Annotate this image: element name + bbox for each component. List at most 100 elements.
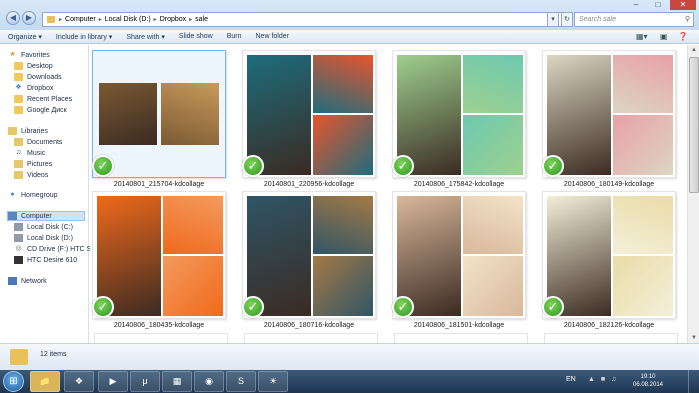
forward-button[interactable]: ▶ xyxy=(22,11,36,25)
search-icon[interactable]: ⚲ xyxy=(685,13,690,26)
thumbnail xyxy=(92,191,226,319)
clock[interactable]: 19:10 06.08.2014 xyxy=(628,373,668,389)
nav-videos[interactable]: Videos xyxy=(14,170,48,180)
image-viewer-taskbar-icon[interactable]: ▦ xyxy=(162,371,192,392)
sync-check-icon: ✓ xyxy=(542,296,564,318)
collage-photo xyxy=(313,256,373,316)
nav-htc-desire-610[interactable]: HTC Desire 610 xyxy=(14,255,77,265)
nav-desktop[interactable]: Desktop xyxy=(14,61,53,71)
thumbnail xyxy=(392,50,526,178)
breadcrumb-dropbox[interactable]: Dropbox xyxy=(160,16,186,23)
maximize-button[interactable]: □ xyxy=(648,0,668,10)
skype-taskbar-icon[interactable]: S xyxy=(226,371,256,392)
libraries-icon xyxy=(8,127,17,135)
sync-check-icon: ✓ xyxy=(392,296,414,318)
nav-computer[interactable]: Computer xyxy=(7,211,85,221)
thumbnail xyxy=(542,191,676,319)
phone-icon xyxy=(14,256,23,264)
nav-music[interactable]: ♫ Music xyxy=(14,148,45,158)
include-in-library-button[interactable]: Include in library ▾ xyxy=(56,33,112,41)
nav-dropbox[interactable]: ❖ Dropbox xyxy=(14,83,53,93)
help-icon[interactable]: ❓ xyxy=(678,32,688,41)
search-input[interactable]: Search sale ⚲ xyxy=(574,12,694,27)
dropbox-icon: ❖ xyxy=(15,84,22,91)
nav-google-drive[interactable]: Google Диск xyxy=(14,105,67,115)
sync-check-icon: ✓ xyxy=(242,296,264,318)
vertical-scrollbar[interactable]: ▲ ▼ xyxy=(687,45,699,343)
file-tile-partial[interactable] xyxy=(94,333,228,343)
language-indicator[interactable]: EN xyxy=(566,376,576,383)
file-tile[interactable]: ✓ 20140806_180435-kdcollage xyxy=(90,188,228,330)
nav-local-disk-c[interactable]: Local Disk (C:) xyxy=(14,222,73,232)
dropbox-taskbar-icon[interactable]: ❖ xyxy=(64,371,94,392)
file-tile[interactable]: ✓ 20140806_180716-kdcollage xyxy=(240,188,378,330)
nav-pictures[interactable]: Pictures xyxy=(14,159,52,169)
file-tile[interactable]: ✓ 20140801_215704-kdcollage xyxy=(90,47,228,189)
file-tile-partial[interactable] xyxy=(544,333,678,343)
nav-homegroup[interactable]: ● Homegroup xyxy=(8,190,57,200)
nav-documents[interactable]: Documents xyxy=(14,137,62,147)
collage-photo xyxy=(163,256,223,316)
chevron-right-icon: ▸ xyxy=(189,17,193,23)
file-tile[interactable]: ✓ 20140806_180149-kdcollage xyxy=(540,47,678,189)
nav-recent-places[interactable]: Recent Places xyxy=(14,94,72,104)
address-dropdown-icon[interactable]: ▾ xyxy=(547,12,559,27)
firefox-taskbar-icon[interactable]: ☀ xyxy=(258,371,288,392)
chevron-right-icon: ▸ xyxy=(59,17,63,23)
start-button[interactable]: ⊞ xyxy=(3,371,24,392)
back-button[interactable]: ◀ xyxy=(6,11,20,25)
file-tile-partial[interactable] xyxy=(394,333,528,343)
star-icon: ★ xyxy=(9,51,16,58)
share-with-button[interactable]: Share with ▾ xyxy=(126,33,165,41)
preview-pane-icon[interactable]: ▣ xyxy=(660,32,668,41)
scrollbar-thumb[interactable] xyxy=(689,57,699,193)
collage-photo xyxy=(463,256,523,316)
nav-libraries[interactable]: Libraries xyxy=(8,126,48,136)
file-tile[interactable]: ✓ 20140801_220956-kdcollage xyxy=(240,47,378,189)
search-placeholder: Search sale xyxy=(579,16,616,23)
nav-cd-drive-f[interactable]: ◎ CD Drive (F:) HTC Sy xyxy=(14,244,94,254)
collage-photo xyxy=(163,196,223,254)
nav-local-disk-d[interactable]: Local Disk (D:) xyxy=(14,233,73,243)
file-list: ✓ 20140801_215704-kdcollage ✓ 20140801_2209… xyxy=(90,45,687,343)
file-tile-partial[interactable] xyxy=(244,333,378,343)
collage-photo xyxy=(613,55,673,113)
nav-downloads[interactable]: Downloads xyxy=(14,72,62,82)
nav-network[interactable]: Network xyxy=(8,276,47,286)
explorer-taskbar-icon[interactable]: 📁 xyxy=(30,371,60,392)
file-tile[interactable]: ✓ 20140806_175842-kdcollage xyxy=(390,47,528,189)
file-tile[interactable]: ✓ 20140806_182126-kdcollage xyxy=(540,188,678,330)
close-button[interactable]: ✕ xyxy=(670,0,696,10)
breadcrumb-sale[interactable]: sale xyxy=(195,16,208,23)
media-taskbar-icon[interactable]: ▶ xyxy=(98,371,128,392)
collage-photo xyxy=(463,55,523,113)
scroll-down-icon[interactable]: ▼ xyxy=(688,333,699,343)
minimize-button[interactable]: – xyxy=(626,0,646,10)
breadcrumb-computer[interactable]: Computer xyxy=(65,16,96,23)
collage-photo xyxy=(99,83,157,145)
sync-check-icon: ✓ xyxy=(392,155,414,177)
utorrent-taskbar-icon[interactable]: μ xyxy=(130,371,160,392)
status-bar: 12 items xyxy=(0,343,699,370)
downloads-icon xyxy=(14,73,23,81)
google-drive-icon xyxy=(14,106,23,114)
new-folder-button[interactable]: New folder xyxy=(256,33,289,40)
navigation-pane: ★ Favorites Desktop Downloads ❖ Dropbox Re… xyxy=(0,45,95,343)
organize-button[interactable]: Organize ▾ xyxy=(8,33,42,41)
collage-photo xyxy=(161,83,219,145)
thumbnail xyxy=(542,50,676,178)
burn-button[interactable]: Burn xyxy=(227,33,242,40)
file-name: 20140806_180716-kdcollage xyxy=(263,322,355,329)
refresh-icon[interactable]: ↻ xyxy=(561,12,573,27)
system-tray-icons[interactable]: ▲ ■ ♫ xyxy=(588,376,618,383)
address-bar[interactable]: ▸ Computer ▸ Local Disk (D:) ▸ Dropbox ▸… xyxy=(42,12,562,27)
nav-favorites[interactable]: ★ Favorites xyxy=(8,50,49,60)
music-icon: ♫ xyxy=(15,149,22,156)
show-desktop-button[interactable] xyxy=(688,370,699,393)
view-options-icon[interactable]: ▦▾ xyxy=(636,32,648,41)
slide-show-button[interactable]: Slide show xyxy=(179,33,213,40)
chrome-taskbar-icon[interactable]: ◉ xyxy=(194,371,224,392)
scroll-up-icon[interactable]: ▲ xyxy=(688,45,699,55)
breadcrumb-local-disk-d[interactable]: Local Disk (D:) xyxy=(105,16,151,23)
file-tile[interactable]: ✓ 20140806_181501-kdcollage xyxy=(390,188,528,330)
